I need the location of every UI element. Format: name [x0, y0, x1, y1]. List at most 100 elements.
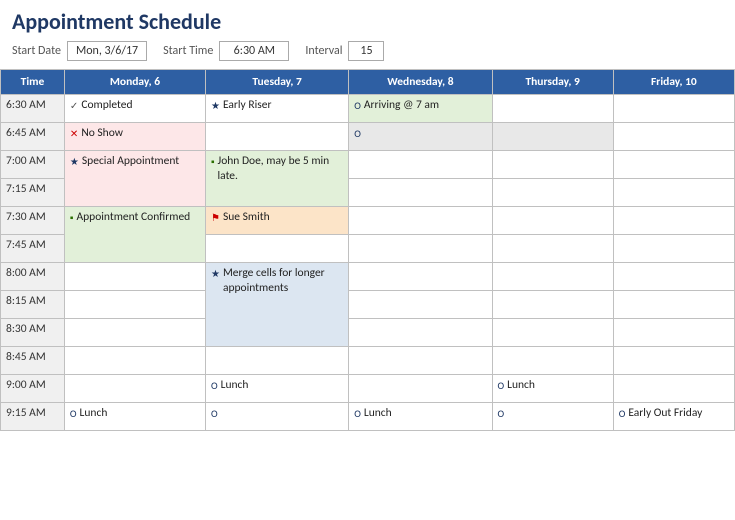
appointment-cell: ▪John Doe, may be 5 min late. [205, 151, 348, 207]
table-row: 8:45 AM [1, 347, 735, 375]
flag-green-icon: ▪ [70, 211, 74, 224]
cell-text: No Show [81, 126, 123, 141]
appointment-cell: OLunch [492, 375, 613, 403]
appointment-cell: OLunch [349, 403, 492, 431]
appointment-cell [64, 263, 205, 291]
schedule-table: Time Monday, 6 Tuesday, 7 Wednesday, 8 T… [0, 69, 735, 431]
table-row: 8:00 AM★Merge cells for longer appointme… [1, 263, 735, 291]
appointment-cell [205, 347, 348, 375]
appointment-cell [64, 347, 205, 375]
appointment-cell: ★Special Appointment [64, 151, 205, 207]
cell-text: Lunch [507, 378, 535, 393]
appointment-cell [613, 319, 734, 347]
star-icon: ★ [211, 267, 220, 280]
start-time-value[interactable]: 6:30 AM [219, 41, 289, 61]
appointment-cell [64, 291, 205, 319]
cell-text: Lunch [364, 406, 392, 421]
appointment-cell [492, 95, 613, 123]
appointment-cell: OEarly Out Friday [613, 403, 734, 431]
appointment-cell [492, 179, 613, 207]
appointment-cell: OLunch [205, 375, 348, 403]
table-row: 9:15 AMOLunchOOLunchOOEarly Out Friday [1, 403, 735, 431]
controls-bar: Start Date Mon, 3/6/17 Start Time 6:30 A… [12, 41, 723, 61]
appointment-cell [613, 179, 734, 207]
cell-text: Early Riser [223, 98, 272, 113]
appointment-cell [492, 151, 613, 179]
table-row: 7:00 AM★Special Appointment▪John Doe, ma… [1, 151, 735, 179]
flag-green-icon: ▪ [211, 155, 215, 168]
check-icon: ✓ [70, 99, 78, 112]
appointment-cell: OArriving @ 7 am [349, 95, 492, 123]
time-cell: 8:15 AM [1, 291, 65, 319]
circle-icon: O [354, 407, 361, 420]
circle-icon: O [70, 407, 77, 420]
appointment-cell: O [349, 123, 492, 151]
appointment-cell [64, 319, 205, 347]
circle-icon: O [354, 99, 361, 112]
start-date-group: Start Date Mon, 3/6/17 [12, 41, 147, 61]
cell-text: John Doe, may be 5 min late. [218, 154, 344, 184]
cell-text: Lunch [80, 406, 108, 421]
appointment-cell [492, 291, 613, 319]
appointment-cell [349, 235, 492, 263]
appointment-cell [613, 375, 734, 403]
appointment-cell: ★Early Riser [205, 95, 348, 123]
time-cell: 6:45 AM [1, 123, 65, 151]
table-row: 8:30 AM [1, 319, 735, 347]
interval-value[interactable]: 15 [348, 41, 384, 61]
appointment-cell [613, 207, 734, 235]
time-cell: 9:00 AM [1, 375, 65, 403]
appointment-cell: ▪Appointment Confirmed [64, 207, 205, 263]
table-row: 9:00 AMOLunchOLunch [1, 375, 735, 403]
table-row: 7:30 AM▪Appointment Confirmed⚑Sue Smith [1, 207, 735, 235]
appointment-cell [492, 263, 613, 291]
cell-text: Early Out Friday [628, 406, 702, 421]
start-date-label: Start Date [12, 44, 61, 58]
appointment-cell [349, 151, 492, 179]
appointment-cell [349, 291, 492, 319]
cell-text: Sue Smith [223, 210, 270, 225]
appointment-cell [205, 235, 348, 263]
circle-icon: O [354, 127, 361, 140]
col-monday-header: Monday, 6 [64, 70, 205, 95]
circle-icon: O [211, 407, 218, 420]
time-cell: 7:15 AM [1, 179, 65, 207]
cell-text: Special Appointment [82, 154, 179, 169]
star-icon: ★ [211, 99, 220, 112]
appointment-cell [205, 123, 348, 151]
appointment-cell: O [492, 403, 613, 431]
cell-text: Lunch [221, 378, 249, 393]
appointment-cell [613, 291, 734, 319]
time-cell: 8:45 AM [1, 347, 65, 375]
appointment-cell [613, 151, 734, 179]
start-time-label: Start Time [163, 44, 213, 58]
interval-label: Interval [305, 44, 342, 58]
cell-text: Merge cells for longer appointments [223, 266, 343, 296]
appointment-cell [613, 123, 734, 151]
appointment-cell [613, 347, 734, 375]
col-wednesday-header: Wednesday, 8 [349, 70, 492, 95]
time-cell: 7:45 AM [1, 235, 65, 263]
time-cell: 8:30 AM [1, 319, 65, 347]
time-cell: 7:30 AM [1, 207, 65, 235]
appointment-cell [349, 207, 492, 235]
appointment-cell [349, 179, 492, 207]
appointment-cell: ✓Completed [64, 95, 205, 123]
appointment-cell [492, 235, 613, 263]
start-date-value[interactable]: Mon, 3/6/17 [67, 41, 147, 61]
col-time-header: Time [1, 70, 65, 95]
appointment-cell: ✕No Show [64, 123, 205, 151]
circle-icon: O [211, 379, 218, 392]
flag-red-icon: ✕ [70, 127, 78, 140]
appointment-cell [492, 319, 613, 347]
appointment-cell [613, 95, 734, 123]
col-thursday-header: Thursday, 9 [492, 70, 613, 95]
appointment-cell [492, 207, 613, 235]
page-title: Appointment Schedule [12, 8, 723, 35]
start-time-group: Start Time 6:30 AM [163, 41, 289, 61]
table-row: 6:45 AM✕No ShowO [1, 123, 735, 151]
circle-icon: O [498, 379, 505, 392]
time-cell: 8:00 AM [1, 263, 65, 291]
appointment-cell: ⚑Sue Smith [205, 207, 348, 235]
appointment-cell [349, 347, 492, 375]
